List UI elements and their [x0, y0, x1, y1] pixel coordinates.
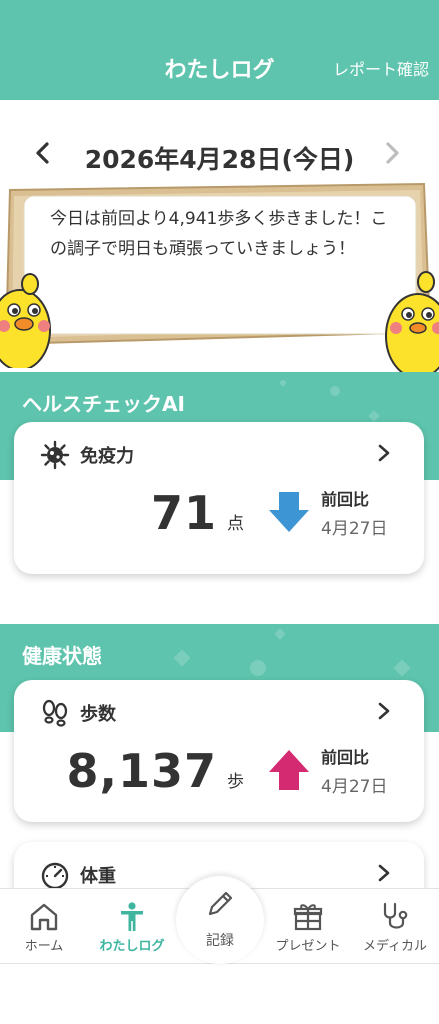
- nav-my-log-label: わたしログ: [99, 939, 165, 954]
- steps-count: 8,137 歩: [14, 744, 244, 798]
- nav-home[interactable]: ホーム: [0, 889, 88, 965]
- date-navigator: 2026年4月28日(今日): [0, 130, 439, 180]
- immunity-value: 71: [150, 486, 217, 540]
- report-confirm-link[interactable]: レポート確認: [333, 56, 429, 80]
- nav-medical[interactable]: メディカル: [351, 889, 439, 965]
- chevron-right-icon[interactable]: [374, 442, 394, 464]
- stethoscope-icon: [383, 902, 408, 929]
- immunity-score: 71 点: [14, 486, 244, 540]
- steps-label: 歩数: [80, 704, 116, 725]
- nav-present-label: プレゼント: [275, 939, 341, 954]
- weight-label: 体重: [80, 866, 116, 887]
- chevron-right-icon[interactable]: [374, 700, 394, 722]
- gauge-icon: [41, 862, 69, 890]
- encouragement-message: 今日は前回より4,941歩多く歩きました！この調子で明日も頑張っていきましょう！: [50, 209, 388, 259]
- nav-home-label: ホーム: [24, 939, 64, 954]
- immunity-card[interactable]: 免疫力 71 点 前回比 4月27日: [14, 422, 424, 574]
- record-label: 記録: [206, 933, 234, 949]
- virus-icon: [40, 440, 70, 470]
- pencil-icon: [208, 891, 233, 916]
- arrow-up-icon: [269, 750, 309, 790]
- section-title-health-status: 健康状態: [22, 644, 102, 668]
- nav-present[interactable]: プレゼント: [264, 889, 352, 965]
- home-icon: [30, 903, 58, 931]
- immunity-label: 免疫力: [80, 446, 134, 467]
- immunity-compare-date: 4月27日: [321, 519, 388, 539]
- immunity-unit: 点: [227, 514, 244, 534]
- nav-my-log[interactable]: わたしログ: [88, 889, 176, 965]
- mascot-character-left: [0, 273, 51, 368]
- app-header: わたしログ レポート確認: [0, 0, 439, 100]
- nav-medical-label: メディカル: [362, 939, 428, 954]
- steps-compare-date: 4月27日: [321, 777, 388, 797]
- current-date: 2026年4月28日(今日): [84, 145, 355, 174]
- immunity-compare-label: 前回比: [321, 490, 370, 509]
- chevron-right-icon[interactable]: [374, 862, 394, 884]
- person-icon: [121, 902, 143, 931]
- arrow-down-icon: [269, 492, 309, 532]
- gift-icon: [293, 904, 323, 931]
- record-button[interactable]: 記録: [176, 876, 264, 964]
- chevron-right-icon[interactable]: [375, 136, 409, 170]
- steps-compare-label: 前回比: [321, 748, 370, 767]
- steps-unit: 歩: [227, 772, 244, 792]
- footprints-icon: [42, 699, 68, 727]
- steps-card[interactable]: 歩数 8,137 歩 前回比 4月27日: [14, 680, 424, 822]
- section-title-health-check-ai: ヘルスチェックAI: [22, 392, 185, 416]
- steps-value: 8,137: [66, 744, 217, 798]
- mascot-character-right: [385, 271, 439, 376]
